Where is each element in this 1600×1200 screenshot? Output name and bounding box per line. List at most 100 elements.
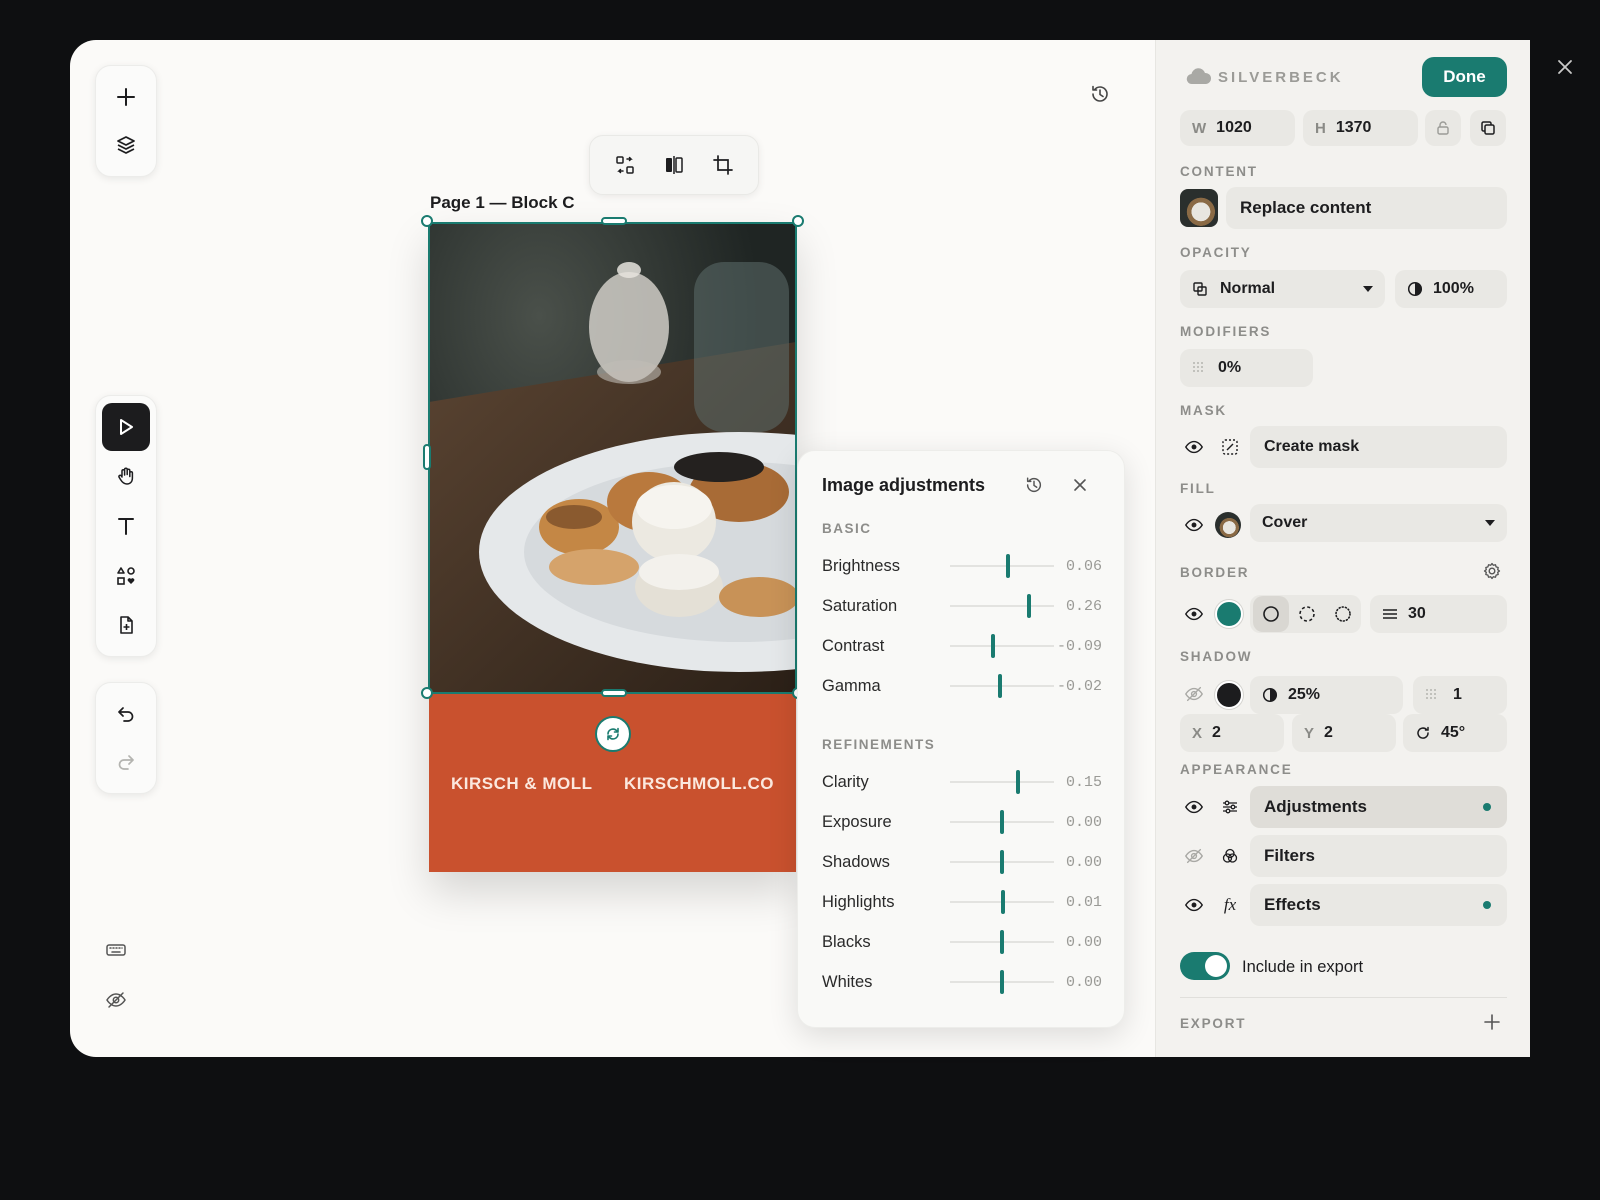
opacity-field[interactable]: 100% <box>1395 270 1507 308</box>
width-field[interactable]: W 1020 <box>1180 110 1295 146</box>
adjustment-slider[interactable] <box>950 970 1054 994</box>
crop-button[interactable] <box>703 145 743 185</box>
border-solid-button[interactable] <box>1253 596 1289 632</box>
adjustment-slider[interactable] <box>950 634 1054 658</box>
adjustment-slider[interactable] <box>950 890 1054 914</box>
history-button[interactable] <box>1082 76 1118 112</box>
slider-thumb[interactable] <box>1000 850 1004 874</box>
add-button[interactable] <box>102 73 150 121</box>
border-visibility-toggle[interactable] <box>1176 596 1212 632</box>
history-icon <box>1089 83 1111 105</box>
resize-handle-top-left[interactable] <box>421 215 433 227</box>
resize-handle-top-right[interactable] <box>792 215 804 227</box>
shadow-x-field[interactable]: X 2 <box>1180 714 1284 752</box>
close-modal-button[interactable] <box>1551 53 1579 81</box>
shadow-angle-field[interactable]: 45° <box>1403 714 1507 752</box>
keyboard-shortcuts-button[interactable] <box>98 932 134 968</box>
done-button[interactable]: Done <box>1422 57 1507 97</box>
border-dashed-button[interactable] <box>1289 596 1325 632</box>
resize-handle-bottom[interactable] <box>601 689 627 697</box>
hand-tool-button[interactable] <box>102 452 150 500</box>
adjustment-slider[interactable] <box>950 810 1054 834</box>
design-block[interactable]: KIRSCH & MOLL KIRSCHMOLL.CO <box>429 222 796 872</box>
lock-ratio-button[interactable] <box>1425 110 1461 146</box>
reset-adjustments-button[interactable] <box>1016 467 1052 503</box>
shadow-opacity-field[interactable]: 25% <box>1250 676 1403 714</box>
adjustment-slider[interactable] <box>950 930 1054 954</box>
create-mask-button[interactable]: Create mask <box>1250 426 1507 468</box>
adjustment-slider[interactable] <box>950 770 1054 794</box>
adjustment-slider[interactable] <box>950 850 1054 874</box>
image-adjustments-panel: Image adjustments BASIC Brightness 0.06 Sa… <box>797 450 1125 1028</box>
slider-thumb[interactable] <box>997 674 1002 698</box>
circle-dotted-icon <box>1334 605 1352 623</box>
slider-thumb[interactable] <box>1027 594 1032 618</box>
slider-thumb[interactable] <box>1015 770 1020 794</box>
add-export-button[interactable] <box>1474 1004 1510 1040</box>
eye-icon <box>1184 895 1204 915</box>
resize-handle-left[interactable] <box>423 444 431 470</box>
height-field[interactable]: H 1370 <box>1303 110 1418 146</box>
undo-button[interactable] <box>102 690 150 738</box>
close-panel-button[interactable] <box>1062 467 1098 503</box>
border-width-field[interactable]: 30 <box>1370 595 1507 633</box>
adjustments-visibility-toggle[interactable] <box>1176 789 1212 825</box>
blend-icon <box>1192 281 1208 297</box>
adjustments-button[interactable]: Adjustments <box>1250 786 1507 828</box>
circle-solid-icon <box>1262 605 1280 623</box>
content-thumbnail[interactable] <box>1180 189 1218 227</box>
shapes-tool-button[interactable] <box>102 552 150 600</box>
fill-thumbnail[interactable] <box>1215 512 1241 538</box>
adjustment-value: 0.00 <box>1065 854 1102 871</box>
shadow-visibility-toggle[interactable] <box>1176 676 1212 712</box>
filters-button[interactable]: Filters <box>1250 835 1507 877</box>
adjustment-slider[interactable] <box>950 674 1054 698</box>
shadow-color-swatch[interactable] <box>1215 681 1243 709</box>
border-color-swatch[interactable] <box>1215 600 1243 628</box>
slider-thumb[interactable] <box>1006 554 1011 578</box>
replace-content-button[interactable]: Replace content <box>1226 187 1507 229</box>
slider-thumb[interactable] <box>1000 810 1004 834</box>
add-page-button[interactable] <box>102 601 150 649</box>
border-dotted-button[interactable] <box>1325 596 1361 632</box>
block-photo[interactable] <box>429 222 796 692</box>
text-tool-button[interactable] <box>102 502 150 550</box>
rotate-handle[interactable] <box>595 716 631 752</box>
effects-visibility-toggle[interactable] <box>1176 887 1212 923</box>
modifiers-field[interactable]: 0% <box>1180 349 1313 387</box>
shadow-blur-field[interactable]: 1 <box>1413 676 1507 714</box>
section-mask: MASK <box>1180 403 1227 418</box>
shadow-y-field[interactable]: Y 2 <box>1292 714 1396 752</box>
include-export-toggle[interactable] <box>1180 952 1230 980</box>
shadow-opacity-value: 25% <box>1288 686 1321 703</box>
select-tool-button[interactable] <box>102 402 150 451</box>
mask-type-button[interactable] <box>1212 429 1248 465</box>
layers-button[interactable] <box>102 121 150 169</box>
border-settings-button[interactable] <box>1474 553 1510 589</box>
slider-thumb[interactable] <box>1000 930 1004 954</box>
redo-button[interactable] <box>102 738 150 786</box>
effects-button[interactable]: Effects <box>1250 884 1507 926</box>
fill-visibility-toggle[interactable] <box>1176 507 1212 543</box>
slider-thumb[interactable] <box>1000 970 1004 994</box>
active-indicator-dot <box>1483 901 1491 909</box>
adjustment-row-brightness: Brightness 0.06 <box>822 551 1102 581</box>
slider-thumb[interactable] <box>990 634 995 658</box>
flip-button[interactable] <box>654 145 694 185</box>
adjustment-slider[interactable] <box>950 594 1054 618</box>
slider-thumb[interactable] <box>1001 890 1006 914</box>
resize-handle-top[interactable] <box>601 217 627 225</box>
undo-icon <box>115 703 137 725</box>
duplicate-button[interactable] <box>1470 110 1506 146</box>
filters-visibility-toggle[interactable] <box>1176 838 1212 874</box>
mask-visibility-toggle[interactable] <box>1176 429 1212 465</box>
blend-mode-select[interactable]: Normal <box>1180 270 1385 308</box>
toggle-visibility-button[interactable] <box>98 982 134 1018</box>
keyboard-icon <box>105 939 127 961</box>
adjustment-label: Highlights <box>822 893 895 911</box>
contrast-icon <box>1407 281 1423 297</box>
fill-mode-select[interactable]: Cover <box>1250 504 1507 542</box>
resize-handle-bottom-left[interactable] <box>421 687 433 699</box>
replace-button[interactable] <box>605 145 645 185</box>
adjustment-slider[interactable] <box>950 554 1054 578</box>
